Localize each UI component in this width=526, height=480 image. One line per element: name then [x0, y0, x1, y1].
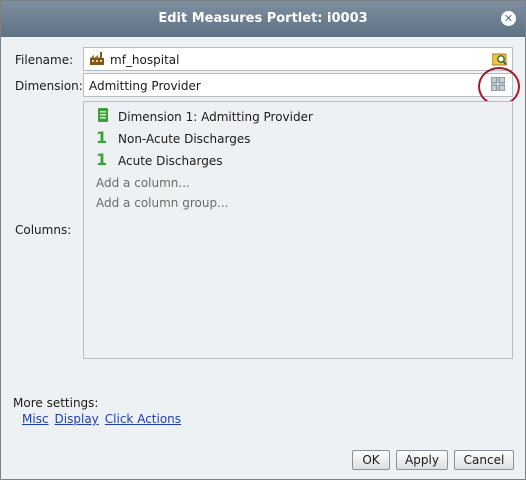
add-column-link[interactable]: Add a column... — [96, 176, 190, 190]
dimension-field[interactable]: Admitting Provider — [83, 73, 513, 97]
column-label: Dimension 1: Admitting Provider — [118, 110, 313, 124]
cancel-button[interactable]: Cancel — [454, 450, 514, 470]
number-one-icon: 1 — [96, 128, 108, 147]
dimension-icon — [96, 108, 110, 124]
more-settings-label: More settings: — [13, 396, 99, 410]
title-bar[interactable]: Edit Measures Portlet: i0003 ✕ — [1, 1, 525, 37]
column-label: Acute Discharges — [118, 154, 223, 168]
factory-icon — [90, 52, 104, 68]
dimension-value: Admitting Provider — [89, 79, 201, 93]
settings-links: Misc Display Click Actions — [22, 412, 187, 426]
column-label: Non-Acute Discharges — [118, 132, 251, 146]
columns-list: Dimension 1: Admitting Provider 1 Non-Ac… — [83, 101, 513, 359]
ok-button[interactable]: OK — [352, 450, 390, 470]
misc-link[interactable]: Misc — [22, 412, 49, 426]
display-link[interactable]: Display — [55, 412, 99, 426]
click-actions-link[interactable]: Click Actions — [105, 412, 181, 426]
close-icon[interactable]: ✕ — [501, 11, 516, 26]
columns-label: Columns: — [15, 223, 72, 237]
number-one-icon: 1 — [96, 150, 108, 169]
dimension-label: Dimension: — [15, 79, 83, 93]
dialog-title: Edit Measures Portlet: i0003 — [158, 11, 368, 26]
edit-measures-dialog: Edit Measures Portlet: i0003 ✕ Filename:… — [0, 0, 526, 480]
add-column-group-link[interactable]: Add a column group... — [96, 196, 229, 210]
filename-field[interactable]: mf_hospital — [83, 47, 513, 71]
apply-button[interactable]: Apply — [396, 450, 448, 470]
filename-value: mf_hospital — [110, 53, 180, 67]
filename-label: Filename: — [15, 53, 74, 67]
